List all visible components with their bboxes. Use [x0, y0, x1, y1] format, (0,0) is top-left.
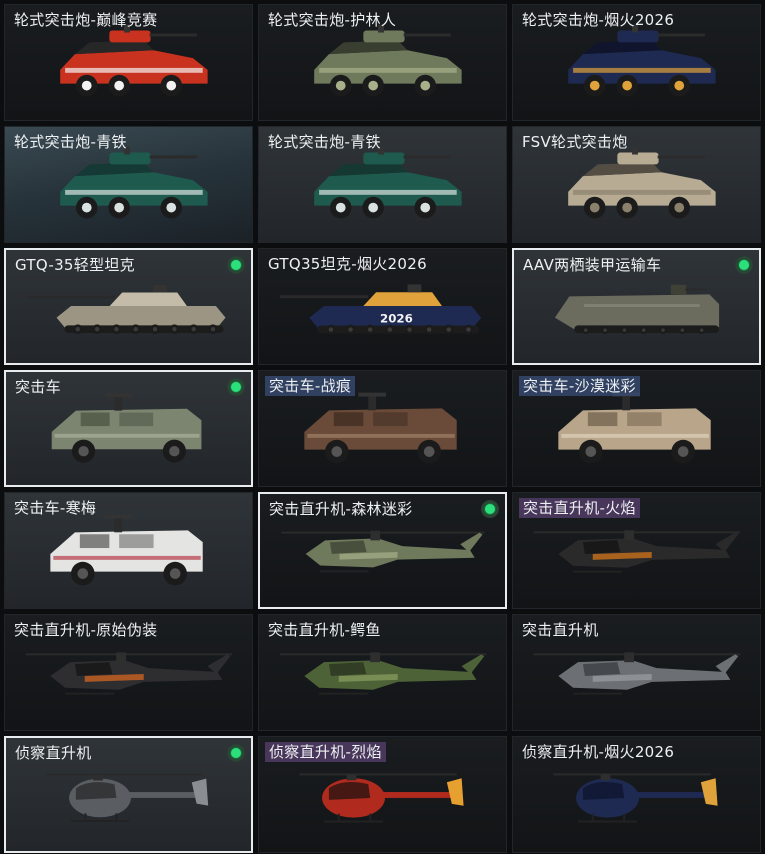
vehicle-skin-label: 突击车-战痕	[265, 376, 356, 396]
vehicle-skin-label: 突击直升机-森林迷彩	[269, 500, 413, 518]
vehicle-skin-label: 轮式突击炮-护林人	[268, 11, 397, 29]
vehicle-skin-label: 轮式突击炮-青铁	[268, 133, 381, 151]
vehicle-skin-label: 侦察直升机-烈焰	[265, 742, 386, 762]
vehicle-skin-card[interactable]: 侦察直升机-烈焰	[258, 736, 507, 853]
vehicle-skin-card[interactable]: GTQ35坦克-烟火2026 2026	[258, 248, 507, 365]
vehicle-skin-card[interactable]: 突击车-寒梅	[4, 492, 253, 609]
vehicle-skin-card[interactable]: 轮式突击炮-青铁	[258, 126, 507, 243]
vehicle-skin-label: 突击直升机	[522, 621, 599, 639]
vehicle-skin-label: GTQ-35轻型坦克	[15, 256, 135, 274]
vehicle-skin-card[interactable]: 轮式突击炮-护林人	[258, 4, 507, 121]
green-dot-icon	[227, 744, 245, 762]
vehicle-skin-grid: 轮式突击炮-巅峰竞赛 轮式突击炮-护林人 轮式突击炮-烟火2026 轮式突击炮-…	[0, 0, 765, 854]
vehicle-skin-label: 突击直升机-原始伪装	[14, 621, 158, 639]
vehicle-skin-label: 突击车	[15, 378, 61, 396]
vehicle-skin-card[interactable]: 突击车	[4, 370, 253, 487]
vehicle-skin-label: 突击直升机-火焰	[519, 498, 640, 518]
vehicle-skin-card[interactable]: GTQ-35轻型坦克	[4, 248, 253, 365]
vehicle-skin-label: 突击直升机-鳄鱼	[268, 621, 381, 639]
vehicle-skin-label: 侦察直升机-烟火2026	[522, 743, 675, 761]
vehicle-skin-label: 轮式突击炮-巅峰竞赛	[14, 11, 158, 29]
vehicle-skin-label: FSV轮式突击炮	[522, 133, 628, 151]
vehicle-skin-card[interactable]: 轮式突击炮-烟火2026	[512, 4, 761, 121]
vehicle-skin-card[interactable]: 侦察直升机-烟火2026	[512, 736, 761, 853]
green-dot-icon	[227, 378, 245, 396]
svg-text:2026: 2026	[380, 312, 413, 326]
green-dot-icon	[481, 500, 499, 518]
vehicle-skin-label: 轮式突击炮-青铁	[14, 133, 127, 151]
vehicle-skin-label: GTQ35坦克-烟火2026	[268, 255, 427, 273]
vehicle-skin-card[interactable]: 轮式突击炮-巅峰竞赛	[4, 4, 253, 121]
vehicle-skin-label: AAV两栖装甲运输车	[523, 256, 662, 274]
green-dot-icon	[735, 256, 753, 274]
vehicle-skin-label: 突击车-沙漠迷彩	[519, 376, 640, 396]
vehicle-skin-card[interactable]: 突击直升机-鳄鱼	[258, 614, 507, 731]
vehicle-skin-card[interactable]: AAV两栖装甲运输车	[512, 248, 761, 365]
vehicle-skin-card[interactable]: 侦察直升机	[4, 736, 253, 853]
vehicle-skin-label: 突击车-寒梅	[14, 499, 97, 517]
vehicle-skin-card[interactable]: 轮式突击炮-青铁	[4, 126, 253, 243]
vehicle-skin-card[interactable]: 突击车-战痕	[258, 370, 507, 487]
vehicle-skin-card[interactable]: 突击直升机-火焰	[512, 492, 761, 609]
vehicle-skin-card[interactable]: FSV轮式突击炮	[512, 126, 761, 243]
vehicle-skin-card[interactable]: 突击车-沙漠迷彩	[512, 370, 761, 487]
vehicle-skin-label: 侦察直升机	[15, 744, 92, 762]
vehicle-skin-card[interactable]: 突击直升机-森林迷彩	[258, 492, 507, 609]
vehicle-skin-card[interactable]: 突击直升机-原始伪装	[4, 614, 253, 731]
vehicle-skin-card[interactable]: 突击直升机	[512, 614, 761, 731]
green-dot-icon	[227, 256, 245, 274]
vehicle-skin-label: 轮式突击炮-烟火2026	[522, 11, 675, 29]
